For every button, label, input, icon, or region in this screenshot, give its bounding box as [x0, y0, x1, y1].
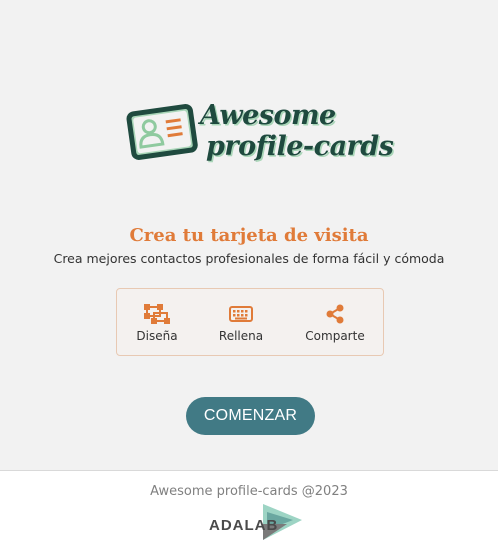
object-group-icon: [144, 304, 170, 324]
copyright-text: Awesome profile-cards @2023: [150, 484, 348, 499]
hero-title: Crea tu tarjeta de visita: [129, 225, 369, 246]
keyboard-icon: [229, 304, 253, 324]
feature-rellena: Rellena: [207, 289, 275, 357]
share-icon: [325, 304, 345, 324]
feature-disena: Diseña: [123, 289, 191, 357]
adalab-wordmark: ADALAB: [209, 517, 279, 534]
landing-main: Awesome profile-cards Crea tu tarjeta de…: [0, 0, 498, 470]
app-logo: Awesome profile-cards: [126, 98, 394, 168]
feature-label: Comparte: [305, 329, 365, 343]
features-box: Diseña Rellena Comparte: [116, 288, 384, 356]
page-footer: Awesome profile-cards @2023 ADALAB: [0, 470, 498, 554]
start-button[interactable]: COMENZAR: [186, 397, 315, 435]
feature-label: Rellena: [218, 329, 264, 343]
feature-label: Diseña: [136, 329, 178, 343]
id-card-icon: [126, 104, 198, 160]
logo-line-2: profile-cards: [206, 131, 394, 162]
feature-comparte: Comparte: [295, 289, 375, 357]
hero-subtitle: Crea mejores contactos profesionales de …: [53, 251, 445, 266]
logo-wordmark: Awesome profile-cards: [200, 100, 394, 162]
logo-line-1: Awesome: [200, 100, 336, 131]
adalab-logo[interactable]: ADALAB: [207, 504, 307, 544]
